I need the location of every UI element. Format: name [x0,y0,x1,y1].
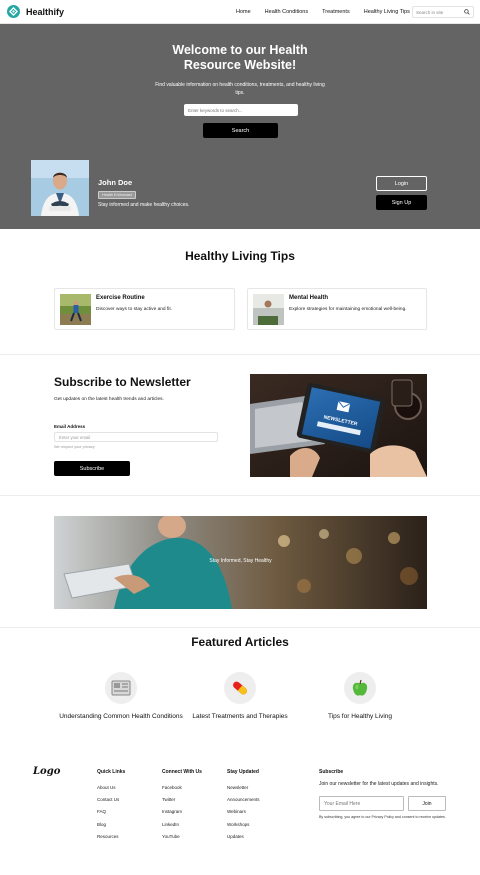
footer-link[interactable]: Instagram [162,809,202,814]
mental-health-image [253,294,284,325]
footer-column-stay-updated: Stay Updated Newsletter Announcements We… [227,769,260,846]
articles-title: Featured Articles [191,635,289,649]
footer-link[interactable]: Facebook [162,785,202,790]
tip-card-mental-health[interactable]: Mental Health Explore strategies for mai… [247,288,427,330]
privacy-note: We respect your privacy [54,445,95,449]
newsletter-image: NEWSLETTER [250,374,427,477]
article-card[interactable]: Latest Treatments and Therapies [170,672,310,721]
profile-badge: Health Enthusiast [98,191,136,199]
footer-subscribe-desc: Join our newsletter for the latest updat… [319,781,439,787]
banner-text: Stay Informed, Stay Healthy [209,558,272,564]
footer-link[interactable]: Resources [97,834,125,839]
hero-title: Welcome to our Health Resource Website! [0,43,480,73]
newsletter-email-input[interactable]: Enter your email [54,432,218,442]
footer-link[interactable]: Contact Us [97,797,125,802]
footer-link[interactable]: YouTube [162,834,202,839]
search-icon[interactable] [464,9,470,15]
footer-subscribe-title: Subscribe [319,769,344,775]
pill-icon [224,672,256,704]
nav-home[interactable]: Home [236,9,251,15]
brand-name: Healthify [26,6,65,17]
footer-logo[interactable]: Logo [33,766,60,777]
tip-title: Exercise Routine [96,295,145,301]
medical-record-icon [105,672,137,704]
footer-join-button[interactable]: Join [408,796,446,811]
brand[interactable]: Healthify [7,5,64,18]
footer-email-input[interactable]: Your Email Here [319,796,404,811]
brand-logo-icon [7,5,20,18]
tip-desc: Discover ways to stay active and fit. [96,307,172,312]
profile-tagline: Stay informed and make healthy choices. [98,202,190,208]
footer-link[interactable]: Announcements [227,797,260,802]
footer-link[interactable]: About Us [97,785,125,790]
footer-link[interactable]: Workshops [227,822,260,827]
nav-treatments[interactable]: Treatments [322,9,350,15]
footer-column-quick-links: Quick Links About Us Contact Us FAQ Blog… [97,769,125,846]
tip-title: Mental Health [289,295,329,301]
hero-search-input[interactable] [184,104,298,116]
tip-card-exercise[interactable]: Exercise Routine Discover ways to stay a… [54,288,235,330]
email-placeholder: Enter your email [59,434,91,440]
footer-column-connect: Connect With Us Facebook Twitter Instagr… [162,769,202,846]
newsletter-title: Subscribe to Newsletter [54,375,191,389]
tip-desc: Explore strategies for maintaining emoti… [289,307,407,312]
footer-link[interactable]: Blog [97,822,125,827]
profile-photo [31,160,89,216]
footer-column-title: Connect With Us [162,769,202,775]
hero-section: Welcome to our Health Resource Website! … [0,24,480,229]
hero-subtitle: Find valuable information on health cond… [155,82,325,96]
footer-link[interactable]: Updates [227,834,260,839]
nav-health-conditions[interactable]: Health Conditions [265,9,308,15]
site-search-input[interactable]: Search in site [412,6,474,18]
login-button[interactable]: Login [376,176,427,191]
top-navbar: Healthify Home Health Conditions Treatme… [0,0,480,24]
hero-title-line2: Resource Website! [183,58,297,72]
footer-column-title: Quick Links [97,769,126,775]
section-divider [0,627,480,628]
footer-link[interactable]: FAQ [97,809,125,814]
healthcare-banner: Stay Informed, Stay Healthy [54,516,427,609]
tips-title: Healthy Living Tips [185,249,295,263]
signup-button[interactable]: Sign Up [376,195,427,210]
footer-subscribe-note: By subscribing, you agree to our Privacy… [319,815,446,819]
footer-link[interactable]: Webinars [227,809,260,814]
site-search-placeholder: Search in site [416,9,444,15]
subscribe-button[interactable]: Subscribe [54,461,130,476]
apple-icon [344,672,376,704]
profile-name: John Doe [98,178,133,187]
email-label: Email Address [54,424,86,429]
footer-email-placeholder: Your Email Here [324,800,361,807]
section-divider [0,495,480,496]
article-title: Tips for Healthy Living [327,713,393,720]
newsletter-desc: Get updates on the latest health trends … [54,397,164,402]
article-card[interactable]: Tips for Healthy Living [290,672,430,721]
section-divider [0,354,480,355]
article-title: Latest Treatments and Therapies [192,713,288,720]
footer-link[interactable]: LinkedIn [162,822,202,827]
footer-link[interactable]: Newsletter [227,785,260,790]
nav-healthy-living-tips[interactable]: Healthy Living Tips [364,9,410,15]
footer-link[interactable]: Twitter [162,797,202,802]
main-nav: Home Health Conditions Treatments Health… [236,0,424,24]
exercise-image [60,294,91,325]
footer-column-title: Stay Updated [227,769,259,775]
hero-search-button[interactable]: Search [203,123,278,138]
hero-title-line1: Welcome to our Health [172,43,308,57]
